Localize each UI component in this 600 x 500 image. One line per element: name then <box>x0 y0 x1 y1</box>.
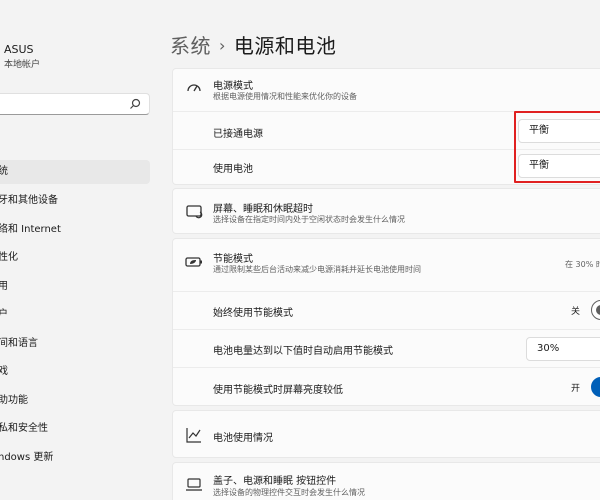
breadcrumb-current: 电源和电池 <box>233 34 337 58</box>
battery-usage-card[interactable]: 电池使用情况 <box>172 410 600 458</box>
auto-threshold-dropdown[interactable]: 30% <box>526 337 600 361</box>
sidebar-item-time-language[interactable]: 间和语言 <box>0 332 150 356</box>
screen-sleep-icon <box>186 205 203 219</box>
always-energy-saver-state: 关 <box>571 307 581 317</box>
lid-buttons-card[interactable]: 盖子、电源和睡眠 按钮控件 选择设备的物理控件交互时会发生什么情况 <box>172 462 600 500</box>
power-mode-icon <box>187 84 201 92</box>
toggle-knob <box>596 305 600 315</box>
screen-sleep-card[interactable]: 屏幕、睡眠和休眠超时 选择设备在指定时间内处于空闲状态时会发生什么情况 <box>172 188 600 234</box>
page-title: 系统 › 电源和电池 <box>170 30 336 59</box>
battery-leaf-icon <box>185 257 202 267</box>
always-energy-saver-label: 始终使用节能模式 <box>213 308 293 319</box>
sidebar: ASUS 本地帐户 统 牙和其他设备 络和 Internet 性化 用 户 间和… <box>0 0 158 500</box>
account-name: ASUS <box>4 43 34 56</box>
sidebar-item-privacy[interactable]: 私和安全性 <box>0 417 150 441</box>
sidebar-item-gaming[interactable]: 戏 <box>0 360 150 384</box>
sidebar-item-bluetooth[interactable]: 牙和其他设备 <box>0 189 150 213</box>
line-chart-icon <box>186 428 201 443</box>
sidebar-item-system[interactable]: 统 <box>0 160 150 184</box>
search-input[interactable] <box>0 93 150 115</box>
energy-saver-status: 在 30% 时 <box>565 260 600 269</box>
sidebar-item-apps[interactable]: 用 <box>0 275 150 299</box>
always-energy-saver-toggle[interactable] <box>591 300 600 320</box>
energy-saver-card: 节能模式 通过限制某些后台活动来减少电源消耗并延长电池使用时间 在 30% 时 … <box>172 238 600 406</box>
energy-saver-desc: 通过限制某些后台活动来减少电源消耗并延长电池使用时间 <box>213 265 421 274</box>
sidebar-item-home[interactable] <box>0 132 150 156</box>
auto-energy-saver-label: 电池电量达到以下值时自动启用节能模式 <box>213 346 393 357</box>
sidebar-item-accounts[interactable]: 户 <box>0 303 150 327</box>
sidebar-item-personalization[interactable]: 性化 <box>0 246 150 270</box>
settings-window: ASUS 本地帐户 统 牙和其他设备 络和 Internet 性化 用 户 间和… <box>0 0 600 500</box>
power-mode-title: 电源模式 <box>213 81 253 92</box>
lid-buttons-title: 盖子、电源和睡眠 按钮控件 <box>213 476 337 487</box>
battery-usage-title: 电池使用情况 <box>213 433 273 444</box>
divider <box>173 329 600 330</box>
laptop-lid-icon <box>186 478 202 491</box>
plugged-in-label: 已接通电源 <box>213 129 263 140</box>
divider <box>173 291 600 292</box>
breadcrumb-chevron-icon: › <box>219 36 226 55</box>
divider <box>173 367 600 368</box>
highlight-annotation <box>514 111 600 183</box>
breadcrumb-parent[interactable]: 系统 <box>170 34 211 58</box>
power-mode-desc: 根据电源使用情况和性能来优化你的设备 <box>213 92 357 101</box>
lid-buttons-desc: 选择设备的物理控件交互时会发生什么情况 <box>213 488 365 497</box>
on-battery-label: 使用电池 <box>213 164 253 175</box>
screen-sleep-title: 屏幕、睡眠和休眠超时 <box>213 204 313 215</box>
screen-sleep-desc: 选择设备在指定时间内处于空闲状态时会发生什么情况 <box>213 215 405 224</box>
sidebar-item-accessibility[interactable]: 助功能 <box>0 389 150 413</box>
dim-screen-toggle[interactable] <box>591 377 600 397</box>
search-icon <box>130 98 141 109</box>
sidebar-item-network[interactable]: 络和 Internet <box>0 218 150 242</box>
sidebar-item-windows-update[interactable]: ndows 更新 <box>0 446 150 470</box>
dim-screen-state: 开 <box>571 384 581 394</box>
account-type: 本地帐户 <box>4 60 41 70</box>
dim-screen-label: 使用节能模式时屏幕亮度较低 <box>213 385 343 396</box>
energy-saver-title: 节能模式 <box>213 254 253 265</box>
